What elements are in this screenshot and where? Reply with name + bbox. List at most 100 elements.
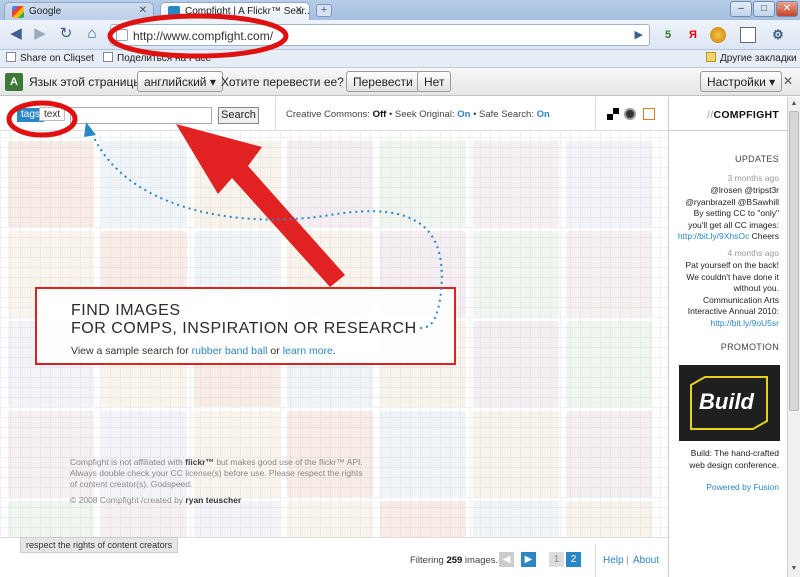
prev-page-arrow-icon[interactable]: ◀	[499, 552, 514, 567]
learn-more-link[interactable]: learn more	[283, 345, 333, 357]
seek-toggle[interactable]: On	[457, 109, 470, 120]
reload-icon[interactable]: ↻	[56, 25, 76, 45]
url-text[interactable]: http://www.compfight.com/	[133, 29, 273, 43]
compfight-logo[interactable]: //COMPFIGHT	[669, 97, 787, 131]
build-ad-banner[interactable]: Build	[679, 365, 780, 441]
help-about-links: Help | About	[595, 544, 668, 577]
new-tab-button[interactable]: +	[316, 4, 332, 17]
sidebar: //COMPFIGHT UPDATES 3 months ago @lrosen…	[668, 97, 787, 577]
image-count: 259	[446, 555, 463, 566]
close-translate-icon[interactable]: ✕	[783, 74, 793, 88]
maximize-button[interactable]: □	[753, 1, 775, 17]
intro-mid: or	[267, 345, 283, 357]
page-2-button[interactable]: 2	[566, 552, 581, 567]
search-button[interactable]: Search	[218, 107, 259, 124]
result-image-thumbnail[interactable]	[566, 321, 652, 407]
forward-arrow-icon[interactable]: ▶	[30, 25, 50, 45]
translate-bar: A Язык этой страницы английский ▾ Хотите…	[0, 68, 800, 96]
result-image-thumbnail[interactable]	[566, 411, 652, 497]
no-translate-button[interactable]: Нет	[417, 71, 452, 92]
page-icon	[116, 29, 128, 41]
vertical-scrollbar[interactable]: ▲ ▼	[787, 97, 800, 577]
safe-label: Safe Search:	[479, 109, 534, 120]
update-2-body: Pat yourself on the back! We couldn't ha…	[685, 260, 779, 316]
about-link[interactable]: About	[633, 555, 659, 566]
address-bar[interactable]: http://www.compfight.com/ ▶	[110, 24, 650, 46]
next-page-arrow-icon[interactable]: ▶	[521, 552, 536, 567]
logo-text: COMPFIGHT	[713, 109, 780, 121]
translate-question: Хотите перевести ее?	[221, 75, 344, 89]
stumbleupon-icon[interactable]	[624, 108, 636, 120]
yandex-icon[interactable]: Я	[685, 27, 701, 43]
page-1-button[interactable]: 1	[549, 552, 564, 567]
filtering-pre: Filtering	[410, 555, 447, 566]
update-1-time: 3 months ago	[727, 173, 779, 183]
cc-toggle[interactable]: Off	[373, 109, 387, 120]
result-image-thumbnail[interactable]	[101, 141, 187, 227]
safe-toggle[interactable]: On	[537, 109, 550, 120]
google-icon[interactable]	[643, 108, 655, 120]
minimize-button[interactable]: –	[730, 1, 752, 17]
author-link[interactable]: ryan teuscher	[185, 495, 241, 505]
tab-google[interactable]: Google ✕	[4, 2, 154, 20]
flickr-link[interactable]: flickr™	[185, 457, 214, 467]
result-image-thumbnail[interactable]	[473, 141, 559, 227]
update-1-text: @lrosen @tripst3r @ryanbrazell @BSawhill…	[673, 185, 779, 243]
result-image-thumbnail[interactable]	[194, 141, 280, 227]
language-select[interactable]: английский ▾	[137, 71, 223, 92]
intro-text: View a sample search for rubber band bal…	[71, 345, 336, 357]
respect-rights-tab[interactable]: respect the rights of content creators	[20, 537, 179, 553]
back-arrow-icon[interactable]: ◀	[6, 25, 26, 45]
other-bookmarks-label: Другие закладки	[720, 53, 797, 64]
result-image-thumbnail[interactable]	[473, 231, 559, 317]
footer-bar: respect the rights of content creators F…	[0, 537, 668, 577]
extension-orb-icon[interactable]	[710, 27, 726, 43]
result-image-thumbnail[interactable]	[8, 141, 94, 227]
result-image-thumbnail[interactable]	[566, 231, 652, 317]
scroll-down-icon[interactable]: ▼	[789, 563, 799, 575]
wrench-icon[interactable]: ⚙	[770, 27, 786, 43]
close-window-button[interactable]: ✕	[776, 1, 798, 17]
page-menu-icon[interactable]	[740, 27, 756, 43]
filtering-post: images.	[462, 555, 499, 566]
scroll-up-icon[interactable]: ▲	[789, 98, 799, 110]
translate-lang-label: Язык этой страницы	[29, 75, 142, 89]
scroll-thumb[interactable]	[789, 111, 799, 411]
go-arrow-icon[interactable]: ▶	[635, 28, 643, 41]
home-icon[interactable]: ⌂	[82, 25, 102, 45]
powered-by-link[interactable]: Powered by Fusion	[673, 482, 779, 494]
result-image-thumbnail[interactable]	[473, 411, 559, 497]
bookmark-icon	[6, 52, 16, 62]
promotion-heading: PROMOTION	[720, 342, 779, 352]
tab-label: Google	[29, 6, 62, 17]
bookmark-share-facebook[interactable]: Поделиться на Face	[103, 52, 211, 64]
separator: •	[473, 109, 477, 120]
tab-compfight[interactable]: Compfight | A Flickr™ Sear... ✕	[160, 2, 310, 20]
help-link[interactable]: Help	[603, 555, 624, 566]
bookmark-label: Share on Cliqset	[20, 53, 94, 64]
result-image-thumbnail[interactable]	[380, 141, 466, 227]
close-tab-icon[interactable]: ✕	[295, 5, 303, 16]
footer-separator: |	[626, 555, 629, 566]
extension-5-icon[interactable]: 5	[660, 27, 676, 43]
bookmark-label: Поделиться на Face	[117, 53, 212, 64]
translate-settings-button[interactable]: Настройки ▾	[700, 71, 783, 92]
update-2-link[interactable]: http://bit.ly/9oU5sr	[710, 318, 779, 328]
bookmarks-bar: Share on Cliqset Поделиться на Face Друг…	[0, 50, 800, 68]
result-image-thumbnail[interactable]	[380, 411, 466, 497]
bookmark-share-cliqset[interactable]: Share on Cliqset	[6, 52, 94, 64]
update-1-link[interactable]: http://bit.ly/9XhsOc	[678, 231, 749, 241]
result-image-thumbnail[interactable]	[473, 321, 559, 407]
close-tab-icon[interactable]: ✕	[139, 5, 147, 16]
result-image-thumbnail[interactable]	[287, 141, 373, 227]
result-image-thumbnail[interactable]	[566, 141, 652, 227]
intro-heading-line2: FOR COMPS, INSPIRATION OR RESEARCH	[71, 320, 417, 337]
tab-label: Compfight | A Flickr™ Sear...	[185, 6, 310, 17]
grid-view-icon[interactable]	[607, 108, 619, 120]
other-bookmarks[interactable]: Другие закладки	[706, 52, 797, 64]
sample-search-link[interactable]: rubber band ball	[192, 345, 268, 357]
intro-box: FIND IMAGES FOR COMPS, INSPIRATION OR RE…	[35, 287, 456, 365]
search-input[interactable]	[70, 107, 212, 124]
translate-button[interactable]: Перевести	[346, 71, 420, 92]
text-mode-button[interactable]: text	[39, 107, 66, 121]
